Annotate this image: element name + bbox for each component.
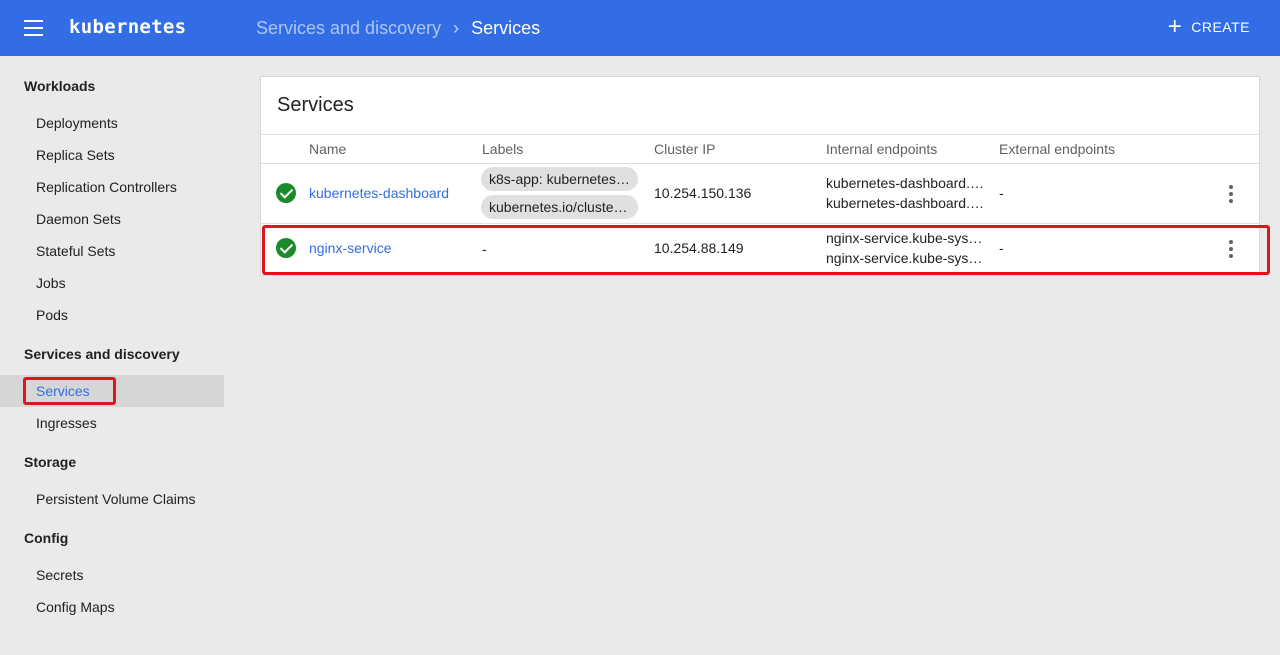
- label-chip: kubernetes.io/cluster-service: true: [481, 195, 638, 219]
- sidebar-item-replication-controllers[interactable]: Replication Controllers: [0, 171, 224, 203]
- column-header-cluster-ip: Cluster IP: [654, 141, 716, 157]
- sidebar-item-ingresses[interactable]: Ingresses: [0, 407, 224, 439]
- service-name-link[interactable]: kubernetes-dashboard: [309, 185, 449, 201]
- create-button[interactable]: + CREATE: [1167, 13, 1250, 40]
- cluster-ip: 10.254.88.149: [654, 240, 744, 256]
- internal-endpoint: kubernetes-dashboard.kube-system:0 TCP: [826, 195, 984, 211]
- sidebar-item-replica-sets[interactable]: Replica Sets: [0, 139, 224, 171]
- breadcrumb-current: Services: [471, 18, 541, 38]
- service-name-link[interactable]: nginx-service: [309, 240, 391, 256]
- sidebar-item-deployments[interactable]: Deployments: [0, 107, 224, 139]
- card-title-divider: [261, 134, 1259, 135]
- label-chip: k8s-app: kubernetes-dashboard: [481, 167, 638, 191]
- create-label: CREATE: [1191, 19, 1250, 35]
- sidebar-nav: Workloads Deployments Replica Sets Repli…: [0, 56, 224, 655]
- sidebar-item-config-maps[interactable]: Config Maps: [0, 591, 224, 623]
- external-endpoints: -: [999, 240, 1004, 256]
- sidebar-item-jobs[interactable]: Jobs: [0, 267, 224, 299]
- column-header-name[interactable]: Name: [309, 141, 346, 157]
- check-circle-icon: [276, 238, 296, 258]
- row-divider: [261, 223, 1259, 224]
- sidebar-item-services[interactable]: Services: [0, 375, 224, 407]
- column-header-internal-endpoints: Internal endpoints: [826, 141, 938, 157]
- services-card: Services Name Labels Cluster IP Internal…: [260, 76, 1260, 276]
- sidebar-group-workloads: Workloads: [24, 78, 96, 94]
- breadcrumb: Services and discovery › Services: [256, 18, 540, 39]
- sidebar-group-services-discovery: Services and discovery: [24, 346, 180, 362]
- sidebar-item-persistent-volume-claims[interactable]: Persistent Volume Claims: [0, 483, 224, 515]
- hamburger-menu-icon[interactable]: [24, 20, 44, 36]
- sidebar-item-pods[interactable]: Pods: [0, 299, 224, 331]
- internal-endpoint: nginx-service.kube-system:30080 TCP: [826, 250, 984, 266]
- check-circle-icon: [276, 183, 296, 203]
- sidebar-item-stateful-sets[interactable]: Stateful Sets: [0, 235, 224, 267]
- more-vert-icon[interactable]: [1221, 182, 1241, 206]
- cluster-ip: 10.254.150.136: [654, 185, 752, 201]
- column-header-labels: Labels: [482, 141, 524, 157]
- sidebar-group-storage: Storage: [24, 454, 77, 470]
- sidebar-item-daemon-sets[interactable]: Daemon Sets: [0, 203, 224, 235]
- plus-icon: +: [1167, 13, 1183, 40]
- labels-empty: -: [482, 241, 487, 257]
- top-app-bar: kubernetes Services and discovery › Serv…: [0, 0, 1280, 56]
- sidebar-item-secrets[interactable]: Secrets: [0, 559, 224, 591]
- sidebar-group-config: Config: [24, 530, 69, 546]
- app-logo-title[interactable]: kubernetes: [69, 16, 186, 38]
- header-divider: [261, 163, 1259, 164]
- breadcrumb-parent[interactable]: Services and discovery: [256, 18, 441, 39]
- chevron-right-icon: ›: [453, 18, 460, 38]
- internal-endpoint: nginx-service.kube-system:80 TCP: [826, 230, 984, 246]
- more-vert-icon[interactable]: [1221, 237, 1241, 261]
- card-title: Services: [277, 94, 354, 116]
- column-header-external-endpoints: External endpoints: [999, 141, 1115, 157]
- internal-endpoint: kubernetes-dashboard.kube-system:80 TCP: [826, 175, 984, 191]
- external-endpoints: -: [999, 185, 1004, 201]
